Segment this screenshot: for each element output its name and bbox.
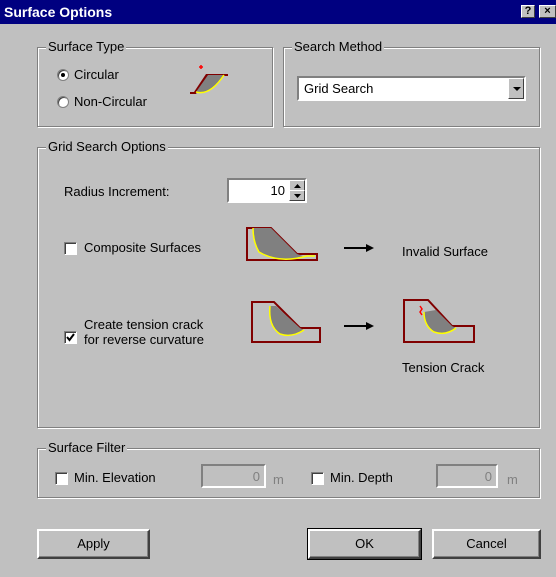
radio-selected-dot bbox=[61, 73, 65, 77]
non-circular-label[interactable]: Non-Circular bbox=[74, 94, 147, 109]
window-title: Surface Options bbox=[4, 4, 113, 20]
spin-down-button[interactable] bbox=[289, 190, 305, 201]
search-method-dropdown[interactable]: Grid Search bbox=[297, 76, 526, 101]
chevron-down-icon bbox=[294, 194, 301, 198]
close-button[interactable]: × bbox=[539, 5, 556, 18]
help-button[interactable]: ? bbox=[521, 5, 535, 18]
circular-radio[interactable] bbox=[57, 69, 69, 81]
composite-surface-icon bbox=[246, 227, 318, 261]
tension-crack-checkbox[interactable] bbox=[64, 331, 77, 344]
dropdown-button[interactable] bbox=[508, 78, 524, 99]
min-depth-unit: m bbox=[507, 472, 518, 487]
radius-increment-label: Radius Increment: bbox=[64, 184, 170, 199]
tension-crack-label-line2[interactable]: for reverse curvature bbox=[84, 332, 204, 348]
min-elevation-unit: m bbox=[273, 472, 284, 487]
min-depth-value: 0 bbox=[484, 469, 492, 484]
radius-increment-value: 10 bbox=[270, 183, 285, 198]
chevron-down-icon bbox=[513, 87, 521, 91]
circular-label[interactable]: Circular bbox=[74, 67, 119, 82]
min-elevation-value: 0 bbox=[252, 469, 260, 484]
cancel-button[interactable]: Cancel bbox=[432, 529, 541, 559]
min-elevation-checkbox[interactable] bbox=[55, 472, 68, 485]
invalid-surface-label: Invalid Surface bbox=[402, 244, 488, 259]
ok-button[interactable]: OK bbox=[307, 528, 422, 560]
tension-crack-label-line1[interactable]: Create tension crack bbox=[84, 317, 203, 333]
composite-surfaces-checkbox[interactable] bbox=[64, 242, 77, 255]
radius-increment-spinner[interactable]: 10 bbox=[227, 178, 307, 203]
checkmark-icon bbox=[66, 333, 75, 342]
tension-crack-icon bbox=[403, 299, 475, 343]
chevron-up-icon bbox=[294, 184, 301, 188]
surface-type-group: Surface Type bbox=[37, 39, 273, 127]
non-circular-radio[interactable] bbox=[57, 96, 69, 108]
min-depth-label[interactable]: Min. Depth bbox=[330, 470, 393, 485]
search-method-label: Search Method bbox=[292, 39, 385, 55]
min-elevation-label[interactable]: Min. Elevation bbox=[74, 470, 156, 485]
search-method-value: Grid Search bbox=[304, 81, 374, 96]
composite-surfaces-label[interactable]: Composite Surfaces bbox=[84, 240, 201, 255]
reverse-curvature-icon bbox=[251, 301, 321, 343]
title-bar: Surface Options ? × bbox=[0, 0, 556, 24]
arrow-right-icon bbox=[344, 322, 374, 330]
circular-surface-icon bbox=[190, 65, 228, 94]
min-elevation-input[interactable]: 0 bbox=[201, 464, 266, 488]
grid-search-options-label: Grid Search Options bbox=[46, 139, 168, 155]
arrow-right-icon bbox=[344, 244, 374, 252]
min-depth-checkbox[interactable] bbox=[311, 472, 324, 485]
surface-type-label: Surface Type bbox=[46, 39, 127, 55]
surface-filter-label: Surface Filter bbox=[46, 440, 128, 456]
apply-button[interactable]: Apply bbox=[37, 529, 150, 559]
min-depth-input[interactable]: 0 bbox=[436, 464, 498, 488]
tension-crack-caption: Tension Crack bbox=[402, 360, 485, 375]
